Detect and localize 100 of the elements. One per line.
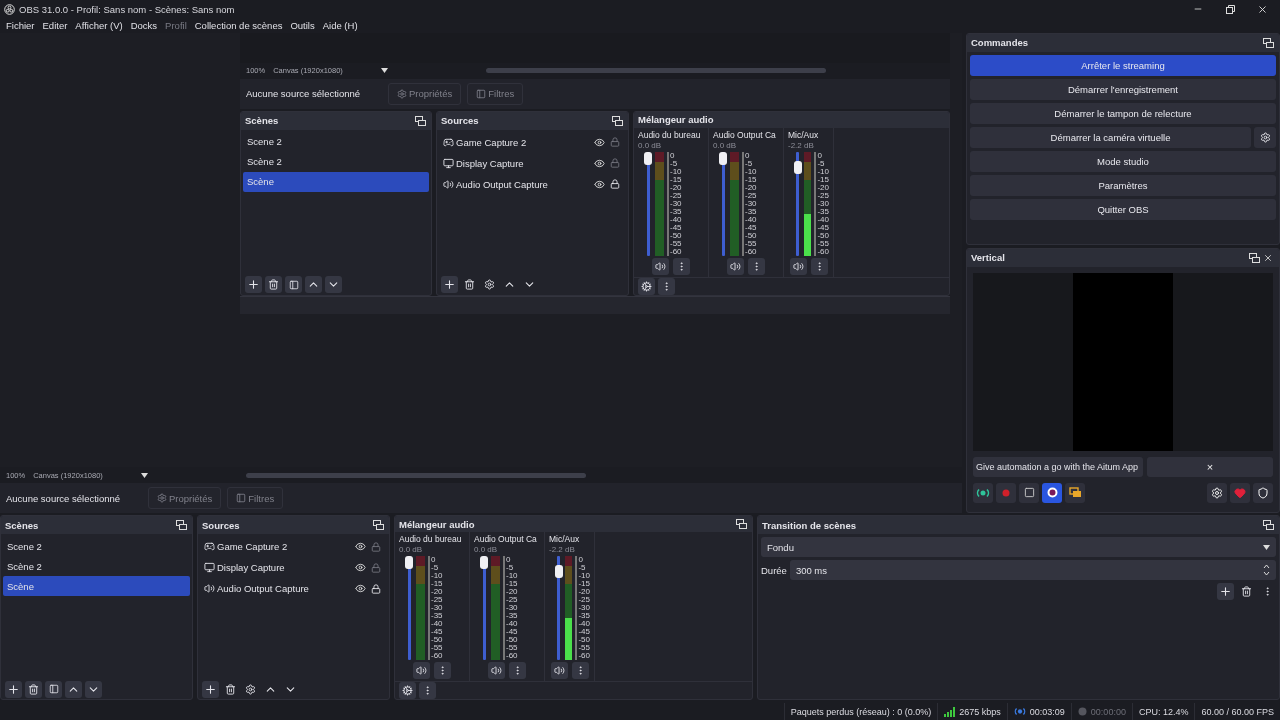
source-label: Display Capture [456,157,525,169]
filters-button[interactable] [45,680,62,698]
volume-slider[interactable] [719,151,727,256]
move-down-button[interactable] [325,276,342,294]
float-button[interactable] [1247,250,1261,265]
float-button[interactable] [1261,518,1275,533]
lock-toggle[interactable] [369,539,383,554]
lock-toggle[interactable] [608,156,622,171]
remove-button[interactable] [265,276,282,294]
scene-item[interactable]: Scène [243,171,429,192]
slider-thumb[interactable] [794,161,802,175]
move-up-button[interactable] [305,276,322,294]
float-button[interactable] [1261,35,1275,50]
command-button[interactable]: Démarrer la caméra virtuelle [970,126,1251,148]
menu-item[interactable]: Afficher (V) [71,19,127,31]
record-time: 00:00:00 [1090,706,1126,717]
scrollbar[interactable] [485,68,826,74]
toolbar-button[interactable] [1207,482,1227,503]
scene-item[interactable]: Scène 2 [243,151,429,172]
duration-field[interactable]: 300 ms [789,560,1276,581]
mute-button[interactable] [727,257,744,275]
remove-button[interactable] [25,680,42,698]
volume-slider[interactable] [405,556,413,661]
toolbar-button[interactable] [1065,482,1085,503]
mute-button[interactable] [413,662,430,680]
advanced-audio-button[interactable] [638,277,655,295]
menu-item[interactable]: Collection de scènes [190,19,287,31]
menu-button[interactable] [434,662,451,680]
move-up-button[interactable] [65,680,82,698]
float-button[interactable] [734,517,748,532]
slider-thumb[interactable] [644,151,652,165]
command-button[interactable]: Quitter OBS [970,198,1276,220]
add-button[interactable] [1217,583,1234,601]
menu-item[interactable]: Editer [38,19,72,31]
menu-button[interactable] [810,257,828,275]
scale-label: -5 [428,564,443,573]
scene-item[interactable]: Scene 2 [243,131,429,152]
menu-button[interactable] [419,682,436,700]
mute-button[interactable] [488,662,505,680]
volume-slider[interactable] [794,151,801,256]
source-label: Game Capture 2 [217,541,289,553]
scene-item[interactable]: Scene 2 [3,536,190,557]
source-item[interactable]: Audio Output Capture [200,578,387,600]
mute-button[interactable] [652,257,669,275]
menu-item[interactable]: Fichier [2,19,39,31]
command-button[interactable]: Arrêter le streaming [970,54,1276,76]
menu-item[interactable]: Docks [126,19,162,31]
source-item[interactable]: Game Capture 2 [439,131,626,153]
menu-item[interactable]: Aide (H) [318,19,362,31]
add-button[interactable] [202,680,219,698]
float-button[interactable] [174,518,188,533]
lock-toggle[interactable] [369,560,383,575]
float-button[interactable] [413,113,427,128]
add-button[interactable] [5,680,22,698]
source-item[interactable]: Game Capture 2 [200,536,387,558]
lock-toggle[interactable] [608,135,622,150]
toolbar-button[interactable] [1253,482,1273,503]
scrollbar[interactable] [245,472,586,478]
toolbar-button[interactable] [1042,482,1062,503]
scene-item[interactable]: Scène [3,576,190,597]
scene-item[interactable]: Scène 2 [3,556,190,577]
source-item[interactable]: Audio Output Capture [439,173,626,195]
lock-toggle[interactable] [608,177,622,192]
banner-close-button[interactable]: × [1147,456,1273,477]
mute-button[interactable] [789,257,807,275]
mute-button[interactable] [550,662,568,680]
volume-slider[interactable] [644,151,652,256]
toolbar-button[interactable] [973,482,993,503]
volume-slider[interactable] [555,556,562,661]
command-button[interactable]: Mode studio [970,150,1276,172]
volume-slider[interactable] [480,556,488,661]
source-item[interactable]: Display Capture [200,557,387,579]
source-item[interactable]: Display Capture [439,152,626,174]
menu-button[interactable] [658,277,675,295]
command-button[interactable]: Paramètres [970,174,1276,196]
close-icon [1256,3,1268,15]
filters-button[interactable] [285,276,302,294]
menu-button[interactable] [509,662,526,680]
menu-item[interactable]: Outils [286,19,319,31]
dropped-frames: Paquets perdus (réseau) : 0 (0.0%) [790,706,932,717]
command-button[interactable]: Démarrer le tampon de relecture [970,102,1276,124]
move-down-button[interactable] [85,680,102,698]
settings-button[interactable] [1254,126,1276,148]
command-button[interactable]: Démarrer l'enregistrement [970,78,1276,100]
transition-select[interactable]: Fondu [761,537,1276,558]
float-button[interactable] [610,113,624,128]
slider-thumb[interactable] [405,556,413,570]
menu-button[interactable] [571,662,589,680]
lock-toggle[interactable] [369,581,383,596]
slider-thumb[interactable] [719,151,727,165]
float-button[interactable] [371,518,385,533]
menu-button[interactable] [673,257,690,275]
menu-button[interactable] [748,257,765,275]
slider-thumb[interactable] [555,565,563,579]
toolbar-button[interactable] [1019,482,1039,503]
add-button[interactable] [245,276,262,294]
slider-thumb[interactable] [480,556,488,570]
add-button[interactable] [441,276,458,294]
scale-label: 0 [428,556,443,565]
advanced-audio-button[interactable] [399,682,416,700]
